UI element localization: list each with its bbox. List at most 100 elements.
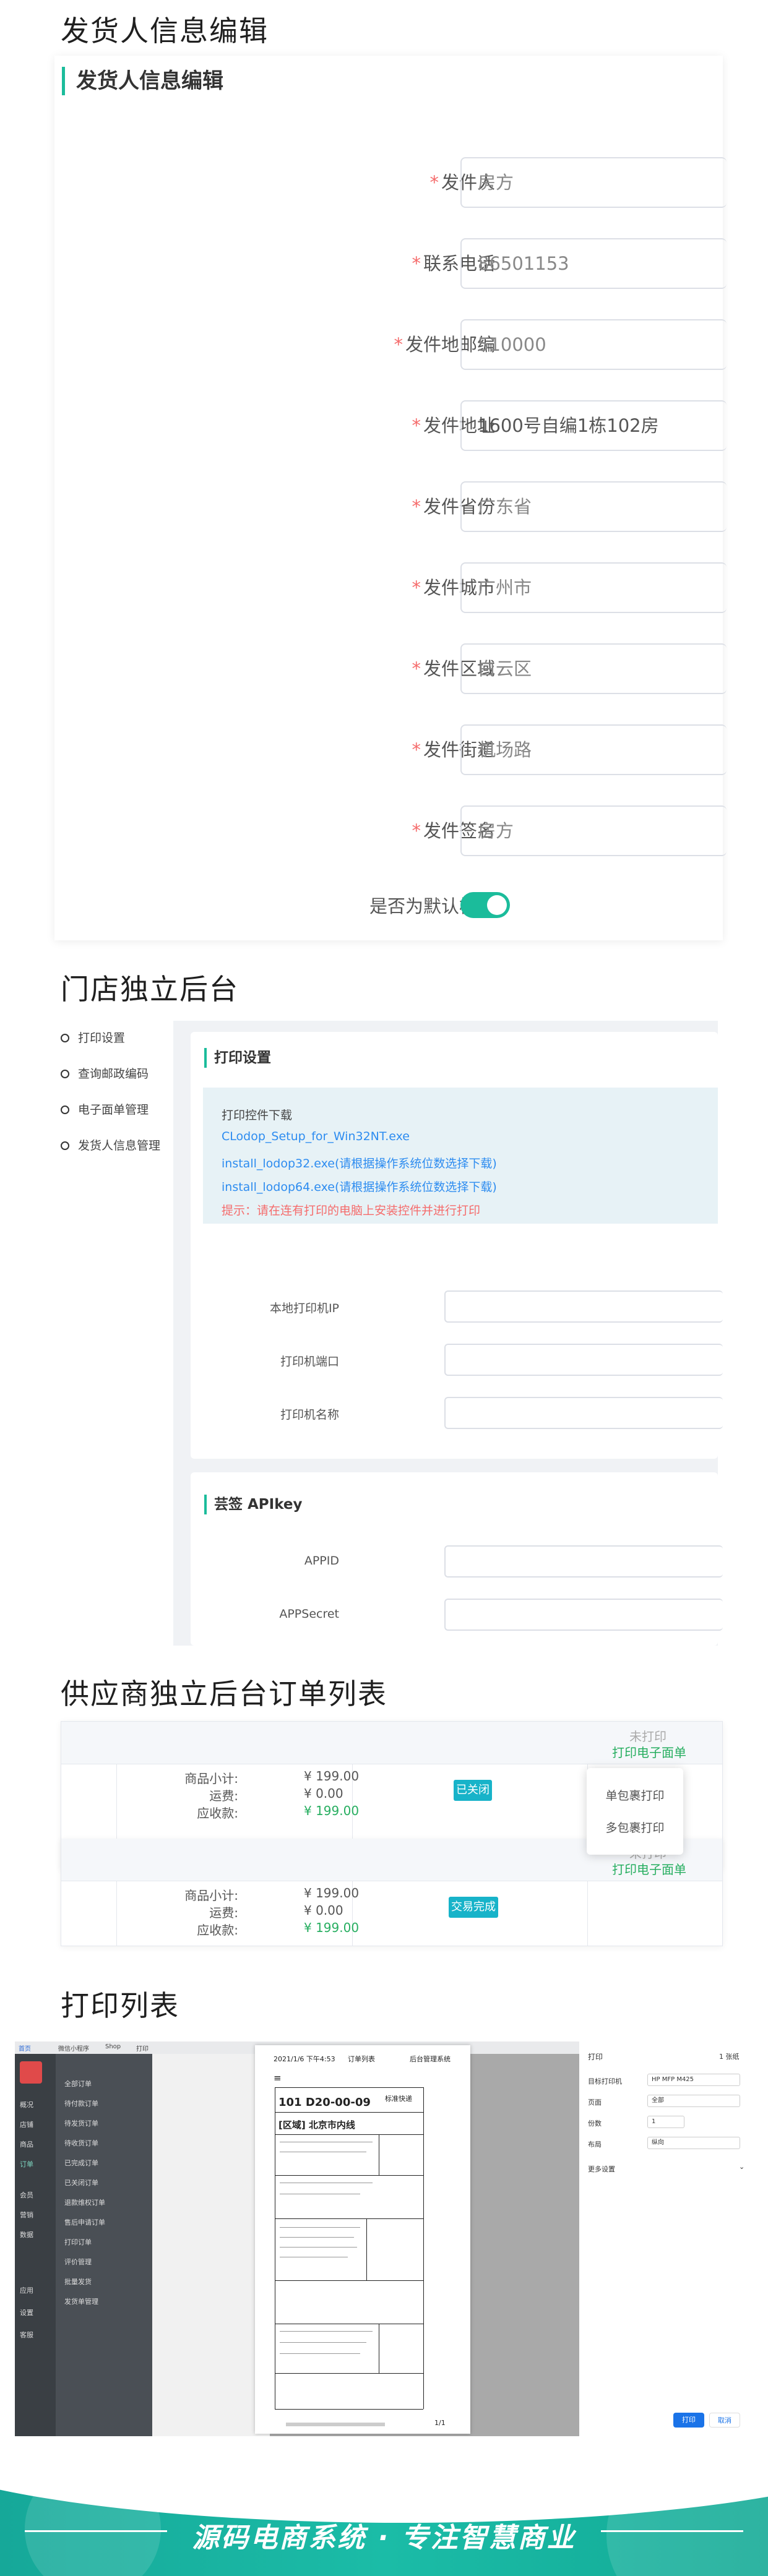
form-row-address: * 发件地址 1600号自编1栋102房 <box>54 400 727 451</box>
top-tab[interactable]: 微信小程序 <box>58 2043 89 2053</box>
submenu-item[interactable]: 发货单管理 <box>64 2296 98 2306</box>
print-waybill-link[interactable]: 打印电子面单 <box>612 1860 686 1878</box>
printer-ip-input[interactable] <box>444 1290 723 1323</box>
nav-item[interactable]: 商品 <box>20 2139 33 2149</box>
menu-item-zip-query[interactable]: 查询邮政编码 <box>61 1062 149 1086</box>
province-input[interactable]: 广东省 <box>460 481 727 532</box>
subtotal-value: ¥ 199.00 <box>304 1886 360 1900</box>
appid-input[interactable] <box>444 1545 723 1578</box>
subtotal-label: 商品小计: <box>184 1771 238 1786</box>
submenu-item[interactable]: 全部订单 <box>64 2079 92 2089</box>
sender-form-panel: 发货人信息编辑 * 发件人 房方 * 联系电话 86501153 * 发件地邮编 51… <box>54 56 727 940</box>
form-row-sender: * 发件人 房方 <box>54 157 727 208</box>
phone-input[interactable]: 86501153 <box>460 238 727 289</box>
print-button[interactable]: 打印 <box>673 2413 704 2428</box>
nav-item[interactable]: 设置 <box>20 2308 33 2317</box>
submenu-item[interactable]: 售后申请订单 <box>64 2217 105 2227</box>
required-mark: * <box>394 334 403 355</box>
required-mark: * <box>412 496 421 517</box>
form-row-province: * 发件省份 广东省 <box>54 481 727 532</box>
cancel-button[interactable]: 取消 <box>709 2413 740 2428</box>
default-template-toggle[interactable] <box>460 892 510 918</box>
layout-select[interactable]: 纵向 <box>647 2137 740 2149</box>
nav-item[interactable]: 店铺 <box>20 2119 33 2129</box>
pages-label: 页面 <box>588 2098 602 2106</box>
receivable-label: 应收款: <box>197 1923 238 1938</box>
submenu-item[interactable]: 评价管理 <box>64 2257 92 2267</box>
underlying-page <box>152 2054 270 2436</box>
appsecret-label: APPSecret <box>279 1607 339 1621</box>
label-border <box>275 2087 423 2088</box>
submenu-item[interactable]: 已关闭订单 <box>64 2178 98 2187</box>
print-status: 未打印 <box>629 1729 667 1744</box>
required-mark: * <box>412 820 421 841</box>
sort-code: 101 D20-00-09 <box>278 2096 371 2109</box>
express-type: 标准快递 <box>385 2095 412 2103</box>
more-settings[interactable]: 更多设置 <box>588 2164 615 2174</box>
submenu-item[interactable]: 已完成订单 <box>64 2158 98 2168</box>
section-title-sender-edit: 发货人信息编辑 <box>61 14 269 48</box>
apikey-title: 芸签 APIkey <box>204 1495 303 1514</box>
single-package-print[interactable]: 单包裹打印 <box>587 1787 683 1803</box>
form-row-street: * 发件街道 机场路 <box>54 724 727 775</box>
radio-icon <box>61 1034 69 1042</box>
printer-select[interactable]: HP MFP M425 <box>647 2074 740 2086</box>
download-link-clodop[interactable]: CLodop_Setup_for_Win32NT.exe <box>222 1130 410 1143</box>
nav-item[interactable]: 营销 <box>20 2210 33 2220</box>
nav-item[interactable]: 会员 <box>20 2190 33 2200</box>
menu-item-waybill[interactable]: 电子面单管理 <box>61 1097 149 1122</box>
address-input[interactable]: 1600号自编1栋102房 <box>460 400 727 451</box>
printer-ip-label: 本地打印机IP <box>269 1302 339 1315</box>
text-line <box>280 2353 360 2354</box>
city-input[interactable]: 广州市 <box>460 562 727 613</box>
menu-item-sender-manage[interactable]: 发货人信息管理 <box>61 1133 160 1158</box>
label-border <box>275 2175 423 2176</box>
submenu-item[interactable]: 待付款订单 <box>64 2098 98 2108</box>
install-hint: 提示：请在连有打印的电脑上安装控件并进行打印 <box>222 1204 481 1217</box>
subtotal-label: 商品小计: <box>184 1888 238 1903</box>
top-tab[interactable]: 首页 <box>19 2043 31 2053</box>
apikey-card: 芸签 APIkey APPID APPSecret <box>191 1472 723 1646</box>
download-link-lodop32[interactable]: install_lodop32.exe(请根据操作系统位数选择下载) <box>222 1154 497 1171</box>
print-settings-title: 打印设置 <box>204 1048 271 1068</box>
pages-select[interactable]: 全部 <box>647 2095 740 2107</box>
submenu-item[interactable]: 待发货订单 <box>64 2118 98 2128</box>
submenu-item[interactable]: 待收货订单 <box>64 2138 98 2148</box>
menu-item-print-settings[interactable]: 打印设置 <box>61 1026 125 1050</box>
toggle-knob <box>487 895 507 915</box>
download-link-lodop64[interactable]: install_lodop64.exe(请根据操作系统位数选择下载) <box>222 1178 497 1195</box>
printer-port-input[interactable] <box>444 1344 723 1376</box>
menu-item-label: 发货人信息管理 <box>78 1139 161 1153</box>
download-title: 打印控件下载 <box>222 1109 293 1122</box>
nav-item[interactable]: 订单 <box>20 2159 33 2169</box>
submenu-item[interactable]: 打印订单 <box>64 2237 92 2247</box>
receivable-value: ¥ 199.00 <box>304 1920 360 1935</box>
print-paper: 2021/1/6 下午4:53 订单列表 后台管理系统 ≡ 101 D20-00… <box>255 2045 470 2434</box>
sender-name-input[interactable]: 房方 <box>460 157 727 208</box>
multi-package-print[interactable]: 多包裹打印 <box>587 1819 683 1835</box>
street-input[interactable]: 机场路 <box>460 724 727 775</box>
text-line <box>280 2227 360 2228</box>
submenu-item[interactable]: 退款维权订单 <box>64 2197 105 2207</box>
copies-input[interactable]: 1 <box>647 2116 684 2128</box>
submenu-item[interactable]: 批量发货 <box>64 2277 92 2286</box>
print-settings-card: 打印设置 打印控件下载 CLodop_Setup_for_Win32NT.exe… <box>191 1032 723 1459</box>
signature-input[interactable]: 房方 <box>460 805 727 856</box>
menu-item-label: 电子面单管理 <box>78 1103 149 1117</box>
printer-name-input[interactable] <box>444 1397 723 1429</box>
print-preview-screenshot: 首页 微信小程序 Shop 打印 概况 店铺 商品 订单 会员 营销 数据 应用… <box>15 2041 753 2436</box>
zip-input[interactable]: 510000 <box>460 319 727 370</box>
label-border <box>275 2112 423 2113</box>
nav-item[interactable]: 客服 <box>20 2330 33 2340</box>
nav-item[interactable]: 数据 <box>20 2230 33 2239</box>
appsecret-input[interactable] <box>444 1599 723 1631</box>
label-border <box>275 2280 423 2281</box>
top-tab[interactable]: Shop <box>105 2043 121 2050</box>
top-tab[interactable]: 打印 <box>136 2043 149 2053</box>
print-waybill-link[interactable]: 打印电子面单 <box>612 1743 686 1761</box>
radio-icon <box>61 1070 69 1078</box>
district-input[interactable]: 白云区 <box>460 643 727 694</box>
nav-item[interactable]: 概况 <box>20 2100 33 2110</box>
nav-item[interactable]: 应用 <box>20 2285 33 2295</box>
download-box: 打印控件下载 CLodop_Setup_for_Win32NT.exe inst… <box>203 1088 718 1224</box>
